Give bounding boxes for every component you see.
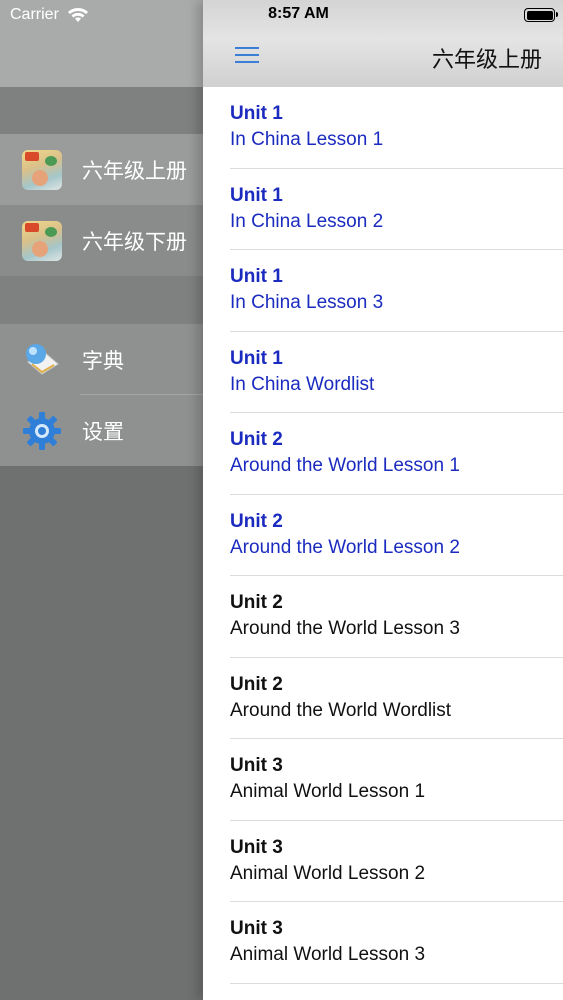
battery-icon — [524, 8, 558, 22]
list-item[interactable]: Unit 3 Animal World Lesson 1 — [203, 739, 563, 821]
lesson-title: In China Lesson 2 — [230, 210, 384, 232]
drawer-item-grade6-first-term[interactable]: 六年级上册 — [0, 134, 210, 205]
hamburger-menu-icon[interactable] — [235, 44, 259, 66]
unit-label: Unit 2 — [230, 429, 283, 450]
page-title: 六年级上册 — [431, 47, 542, 72]
lesson-title: Animal World Lesson 1 — [230, 781, 426, 802]
drawer-item-grade6-second-term[interactable]: 六年级下册 — [0, 205, 210, 276]
navigation-bar: 8:57 AM 六年级上册 — [203, 0, 563, 87]
unit-label: Unit 3 — [230, 918, 283, 939]
lesson-title: Animal World Lesson 3 — [230, 944, 426, 965]
status-bar-left: Carrier — [10, 6, 89, 24]
lesson-title: Around the World Lesson 1 — [230, 455, 460, 476]
book-menu-group: 六年级上册 六年级下册 — [0, 134, 210, 276]
drawer-item-label: 六年级上册 — [82, 159, 187, 183]
list-item[interactable]: Unit 3 Animal World Lesson 2 — [203, 821, 563, 902]
drawer-header: Carrier — [0, 0, 210, 87]
list-item[interactable]: Unit 1 In China Lesson 2 — [203, 169, 563, 250]
unit-label: Unit 3 — [230, 755, 283, 776]
wifi-icon — [67, 7, 88, 22]
unit-label: Unit 2 — [230, 592, 283, 613]
carrier-label: Carrier — [10, 6, 59, 23]
drawer-spacer — [0, 276, 210, 324]
unit-label: Unit 1 — [230, 103, 283, 124]
lesson-title: Around the World Lesson 2 — [230, 536, 460, 558]
textbook-cover-icon — [22, 149, 62, 190]
list-item[interactable]: Unit 3 Animal World Lesson 3 — [203, 902, 563, 984]
unit-label: Unit 1 — [230, 184, 283, 206]
list-item[interactable]: Unit 1 In China Lesson 3 — [203, 250, 563, 332]
drawer-spacer — [0, 87, 210, 134]
lesson-title: Around the World Wordlist — [230, 699, 452, 721]
side-drawer: Carrier 六年级上册 六年级下册 字典 设置 — [0, 0, 210, 1000]
main-panel: 8:57 AM 六年级上册 Unit 1 In China Lesson 1 Uni… — [203, 0, 563, 1000]
lesson-title: In China Lesson 3 — [230, 292, 384, 313]
unit-label: Unit 1 — [230, 347, 283, 369]
lesson-title: Animal World Lesson 2 — [230, 862, 426, 884]
drawer-item-label: 设置 — [82, 420, 124, 444]
list-item[interactable]: Unit 2 Around the World Wordlist — [203, 658, 563, 739]
list-item[interactable]: Unit 2 Around the World Lesson 3 — [203, 576, 563, 658]
lesson-title: Around the World Lesson 3 — [230, 618, 460, 639]
list-item[interactable]: Unit 1 In China Wordlist — [203, 332, 563, 413]
list-item[interactable]: Unit 2 Around the World Lesson 2 — [203, 495, 563, 576]
unit-label: Unit 1 — [230, 266, 283, 287]
unit-label: Unit 2 — [230, 510, 283, 532]
lesson-title: In China Wordlist — [230, 373, 375, 395]
dictionary-icon — [26, 343, 59, 375]
lesson-list: Unit 1 In China Lesson 1 Unit 1 In China Le… — [203, 87, 563, 984]
unit-label: Unit 2 — [230, 673, 283, 695]
drawer-item-label: 字典 — [82, 349, 124, 373]
list-item[interactable]: Unit 2 Around the World Lesson 1 — [203, 413, 563, 495]
drawer-item-settings[interactable]: 设置 — [0, 395, 210, 466]
lesson-title: In China Lesson 1 — [230, 129, 384, 150]
status-time: 8:57 AM — [268, 5, 329, 22]
list-item[interactable]: Unit 1 In China Lesson 1 — [203, 87, 563, 169]
drawer-item-label: 六年级下册 — [82, 230, 187, 254]
tools-menu-group: 字典 设置 — [0, 324, 210, 466]
textbook-cover-icon — [22, 220, 62, 261]
gear-icon — [23, 411, 61, 450]
drawer-item-dictionary[interactable]: 字典 — [0, 324, 210, 395]
unit-label: Unit 3 — [230, 836, 283, 858]
row-divider — [230, 982, 563, 984]
